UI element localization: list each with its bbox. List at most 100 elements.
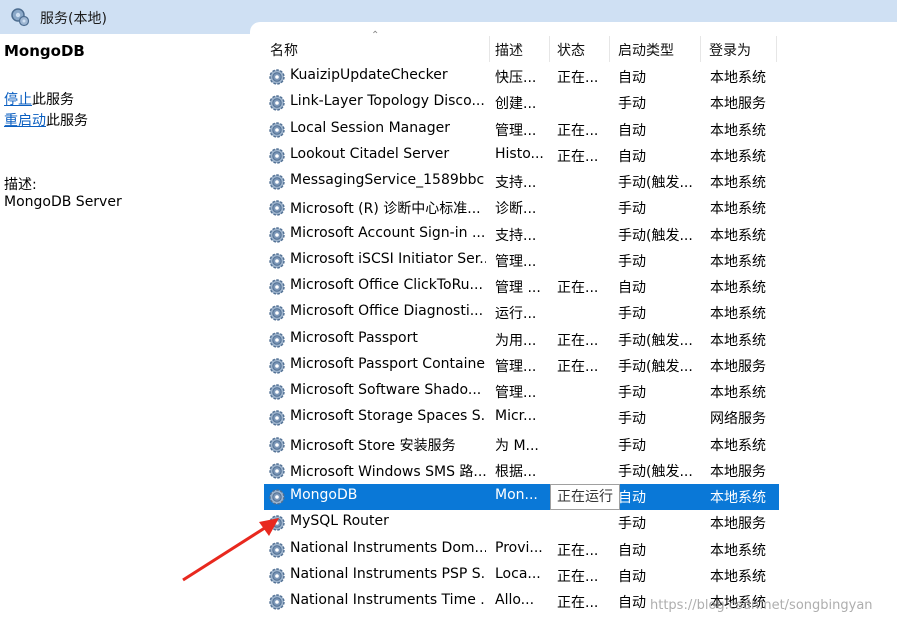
service-row-selected[interactable]: MongoDB Mon... 自动 本地系统 bbox=[264, 484, 779, 510]
service-row[interactable]: Local Session Manager 管理... 正在... 自动 本地系统 bbox=[264, 117, 779, 143]
service-description-cell: 管理... bbox=[495, 385, 537, 401]
service-name-cell: National Instruments Dom... bbox=[290, 539, 486, 556]
service-description-cell: Mon... bbox=[495, 487, 538, 503]
service-startup-type-cell: 手动 bbox=[618, 385, 646, 401]
service-gear-icon bbox=[269, 253, 285, 269]
service-status-cell: 正在... bbox=[557, 280, 599, 296]
service-gear-icon bbox=[269, 174, 285, 190]
restart-service-link[interactable]: 重启动 bbox=[4, 113, 46, 129]
stop-service-link[interactable]: 停止 bbox=[4, 92, 32, 108]
description-text: MongoDB Server bbox=[4, 194, 122, 210]
service-startup-type-cell: 自动 bbox=[618, 70, 646, 86]
column-header-name[interactable]: 名称 bbox=[270, 40, 298, 60]
service-name-cell: Link-Layer Topology Disco... bbox=[290, 93, 485, 110]
service-row[interactable]: Microsoft Software Shado... 管理... 手动 本地系统 bbox=[264, 379, 779, 405]
stop-service-suffix: 此服务 bbox=[32, 92, 74, 108]
service-logon-cell: 本地服务 bbox=[710, 463, 766, 480]
restart-service-line: 重启动此服务 bbox=[4, 110, 88, 130]
service-row[interactable]: National Instruments PSP S... Loca... 正在..… bbox=[264, 563, 779, 589]
service-logon-cell: 本地系统 bbox=[710, 280, 766, 296]
service-row[interactable]: Lookout Citadel Server Histo... 正在... 自动 本地系… bbox=[264, 143, 779, 169]
service-row[interactable]: Microsoft iSCSI Initiator Ser... 管理... 手动 本… bbox=[264, 248, 779, 274]
service-gear-icon bbox=[269, 121, 285, 138]
column-divider[interactable] bbox=[609, 36, 610, 62]
service-name-cell: Microsoft (R) 诊断中心标准... bbox=[290, 201, 481, 218]
service-row[interactable]: Microsoft Office Diagnosti... 运行... 手动 本地系统 bbox=[264, 300, 779, 326]
service-startup-type-cell: 自动 bbox=[618, 490, 646, 506]
service-row[interactable]: KuaizipUpdateChecker 快压... 正在... 自动 本地系统 bbox=[264, 64, 779, 90]
service-logon-cell: 本地服务 bbox=[710, 516, 766, 533]
service-description-cell: Histo... bbox=[495, 145, 544, 162]
service-logon-cell: 网络服务 bbox=[710, 411, 766, 428]
service-logon-cell: 本地系统 bbox=[710, 385, 766, 401]
restart-service-suffix: 此服务 bbox=[46, 113, 88, 129]
service-row[interactable]: Microsoft Passport 为用... 正在... 手动(触发... 本地系统 bbox=[264, 327, 779, 353]
service-gear-icon bbox=[269, 410, 285, 426]
service-startup-type-cell: 手动 bbox=[618, 306, 646, 323]
column-header-log-on-as[interactable]: 登录为 bbox=[709, 40, 751, 60]
service-startup-type-cell: 手动(触发... bbox=[618, 175, 693, 191]
service-gear-icon bbox=[269, 148, 285, 164]
service-logon-cell: 本地系统 bbox=[710, 542, 766, 559]
column-divider[interactable] bbox=[700, 36, 701, 62]
sort-ascending-icon: ⌃ bbox=[371, 30, 380, 41]
service-row[interactable]: Link-Layer Topology Disco... 创建... 手动 本地服务 bbox=[264, 90, 779, 116]
service-name-cell: Microsoft Storage Spaces S... bbox=[290, 408, 486, 425]
service-status-cell: 正在... bbox=[557, 568, 599, 585]
service-gear-icon bbox=[269, 279, 285, 295]
service-status-cell: 正在... bbox=[557, 70, 599, 86]
window-title: 服务(本地) bbox=[40, 11, 107, 27]
selected-service-name: MongoDB bbox=[4, 42, 85, 60]
red-annotation-arrow-icon bbox=[182, 518, 279, 582]
service-startup-type-cell: 自动 bbox=[618, 122, 646, 139]
service-gear-icon bbox=[269, 305, 285, 321]
service-name-cell: MySQL Router bbox=[290, 513, 389, 530]
service-row[interactable]: Microsoft (R) 诊断中心标准... 诊断... 手动 本地系统 bbox=[264, 195, 779, 221]
service-row[interactable]: Microsoft Storage Spaces S... Micr... 手动 网络… bbox=[264, 405, 779, 431]
service-startup-type-cell: 手动 bbox=[618, 437, 646, 454]
service-row[interactable]: MessagingService_1589bbc 支持... 手动(触发... 本地系… bbox=[264, 169, 779, 195]
service-description-cell: Loca... bbox=[495, 565, 541, 582]
service-status-cell: 正在... bbox=[557, 148, 599, 165]
service-logon-cell: 本地系统 bbox=[710, 306, 766, 323]
service-status-cell: 正在... bbox=[557, 122, 599, 139]
service-logon-cell: 本地服务 bbox=[710, 96, 766, 113]
service-row[interactable]: Microsoft Office ClickToRu... 管理 ... 正在...… bbox=[264, 274, 779, 300]
service-row[interactable]: Microsoft Account Sign-in ... 支持... 手动(触发.… bbox=[264, 222, 779, 248]
service-description-cell: 支持... bbox=[495, 175, 537, 191]
service-row[interactable]: Microsoft Windows SMS 路... 根据... 手动(触发... 本… bbox=[264, 458, 779, 484]
service-startup-type-cell: 自动 bbox=[618, 148, 646, 165]
column-header-description[interactable]: 描述 bbox=[495, 40, 523, 60]
service-logon-cell: 本地系统 bbox=[710, 227, 766, 244]
column-header-status[interactable]: 状态 bbox=[557, 40, 585, 60]
service-name-cell: Microsoft Office Diagnosti... bbox=[290, 303, 484, 320]
service-name-cell: Microsoft Store 安装服务 bbox=[290, 437, 456, 454]
status-tooltip: 正在运行 bbox=[550, 484, 620, 510]
column-divider[interactable] bbox=[549, 36, 550, 62]
service-description-cell: 创建... bbox=[495, 96, 537, 113]
service-logon-cell: 本地系统 bbox=[710, 148, 766, 165]
service-status-cell: 正在... bbox=[557, 542, 599, 559]
service-description-cell: 管理... bbox=[495, 253, 537, 270]
service-startup-type-cell: 手动 bbox=[618, 411, 646, 428]
service-row[interactable]: Microsoft Store 安装服务 为 M... 手动 本地系统 bbox=[264, 432, 779, 458]
service-gear-icon bbox=[269, 436, 285, 453]
service-gear-icon bbox=[269, 226, 285, 243]
service-row[interactable]: National Instruments Dom... Provi... 正在...… bbox=[264, 537, 779, 563]
service-name-cell: MongoDB bbox=[290, 487, 358, 503]
service-name-cell: Microsoft Passport Container bbox=[290, 355, 486, 372]
column-divider[interactable] bbox=[489, 36, 490, 62]
service-row[interactable]: MySQL Router 手动 本地服务 bbox=[264, 510, 779, 536]
service-status-cell: 正在... bbox=[557, 358, 599, 375]
service-description-cell: 管理... bbox=[495, 358, 537, 375]
services-gear-icon bbox=[11, 8, 30, 27]
service-description-cell: 管理 ... bbox=[495, 280, 541, 296]
service-description-cell: 支持... bbox=[495, 227, 537, 244]
service-gear-icon bbox=[269, 331, 285, 348]
column-divider[interactable] bbox=[776, 36, 777, 62]
service-row[interactable]: Microsoft Passport Container 管理... 正在... 手动… bbox=[264, 353, 779, 379]
column-header-startup-type[interactable]: 启动类型 bbox=[618, 40, 674, 60]
service-gear-icon bbox=[269, 69, 285, 85]
service-description-cell: Allo... bbox=[495, 592, 535, 608]
service-logon-cell: 本地服务 bbox=[710, 358, 766, 375]
